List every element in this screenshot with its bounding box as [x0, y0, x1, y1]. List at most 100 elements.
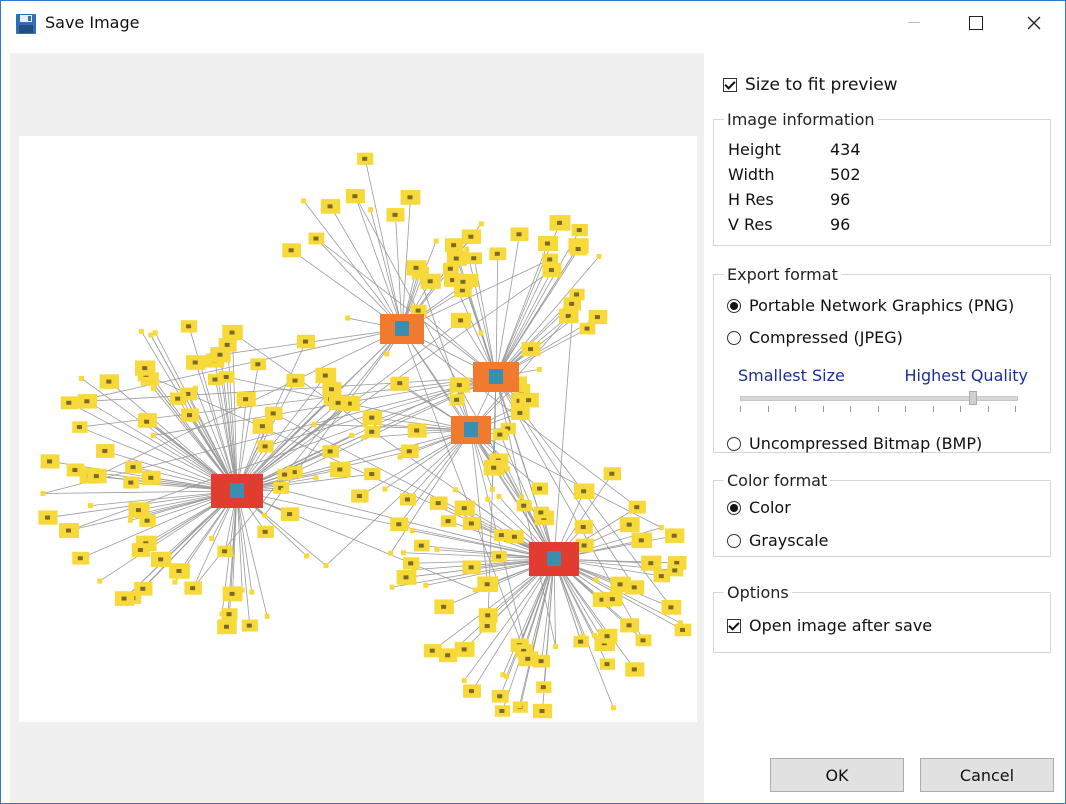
slider-tick	[878, 406, 879, 412]
graph-node-glyph	[626, 623, 632, 628]
graph-node-glyph	[186, 324, 192, 329]
graph-node-glyph	[497, 694, 503, 699]
minimize-button[interactable]	[885, 1, 943, 45]
slider-tick	[960, 406, 961, 412]
graph-edge	[42, 376, 497, 494]
graph-node-glyph	[335, 400, 341, 405]
graph-node	[461, 678, 467, 684]
grayscale-radio[interactable]: Grayscale	[727, 531, 828, 550]
graph-node-glyph	[327, 204, 333, 209]
network-graph-image	[38, 152, 692, 719]
cancel-button[interactable]: Cancel	[920, 758, 1054, 792]
info-key: V Res	[728, 215, 773, 234]
graph-node-glyph	[604, 662, 610, 667]
graph-node	[192, 385, 198, 391]
info-key: H Res	[728, 190, 774, 209]
slider-tick	[1015, 406, 1016, 412]
color-label: Color	[749, 498, 791, 517]
graph-node	[464, 246, 470, 252]
graph-node-glyph	[679, 627, 685, 632]
graph-node-glyph	[352, 194, 358, 199]
open-after-save-checkbox[interactable]: Open image after save	[727, 616, 932, 635]
graph-node-glyph	[617, 582, 623, 587]
preview-area	[10, 53, 704, 803]
graph-node-glyph	[337, 467, 343, 472]
checkbox-box[interactable]	[723, 78, 737, 92]
options-legend: Options	[727, 583, 789, 602]
quality-labels: Smallest Size Highest Quality	[738, 366, 1038, 385]
graph-node-glyph	[584, 326, 590, 331]
graph-node	[138, 328, 144, 334]
graph-node	[313, 475, 319, 481]
ok-button[interactable]: OK	[770, 758, 904, 792]
graph-node-glyph	[158, 557, 164, 562]
graph-node-glyph	[415, 308, 421, 313]
graph-node	[388, 550, 394, 556]
info-row-height: Height 434	[728, 137, 861, 162]
options-group: Options Open image after save	[713, 583, 1051, 653]
graph-node-glyph	[445, 653, 451, 658]
graph-node-glyph	[461, 506, 467, 511]
graph-node-glyph	[66, 400, 72, 405]
radio-button[interactable]	[727, 436, 741, 451]
graph-node-glyph	[441, 604, 447, 609]
graph-node-glyph	[458, 318, 464, 323]
graph-node-glyph	[648, 561, 654, 566]
close-button[interactable]	[1005, 1, 1063, 45]
jpeg-radio[interactable]: Compressed (JPEG)	[727, 328, 903, 347]
radio-button[interactable]	[727, 330, 741, 345]
bmp-radio[interactable]: Uncompressed Bitmap (BMP)	[727, 434, 982, 453]
window-title: Save Image	[45, 13, 140, 32]
graph-node-glyph	[468, 234, 474, 239]
color-radio[interactable]: Color	[727, 498, 791, 517]
quality-slider[interactable]	[740, 391, 1018, 405]
graph-edge	[42, 490, 238, 494]
graph-node-glyph	[671, 533, 677, 538]
graph-node	[505, 466, 511, 472]
graph-node-glyph	[77, 556, 83, 561]
graph-node	[150, 385, 156, 391]
graph-node-glyph	[144, 419, 150, 424]
graph-node-glyph	[128, 480, 134, 485]
graph-node	[593, 577, 599, 583]
highest-quality-label: Highest Quality	[904, 366, 1028, 385]
checkbox-box[interactable]	[727, 618, 741, 633]
quality-slider-thumb[interactable]	[969, 391, 977, 405]
graph-node-glyph	[640, 638, 646, 643]
graph-node	[361, 435, 367, 441]
graph-node-glyph	[668, 605, 674, 610]
graph-edge	[364, 158, 403, 330]
radio-button[interactable]	[727, 298, 741, 313]
maximize-button[interactable]	[947, 1, 1005, 45]
graph-node	[323, 563, 329, 569]
graph-node	[409, 528, 415, 534]
graph-node-glyph	[526, 398, 532, 403]
color-format-legend: Color format	[727, 471, 828, 490]
close-icon	[1027, 16, 1041, 30]
graph-node-glyph	[406, 449, 412, 454]
maximize-icon	[969, 16, 983, 30]
graph-node	[368, 207, 374, 213]
graph-node-glyph	[392, 212, 398, 217]
graph-node	[452, 487, 458, 493]
title-bar[interactable]: Save Image	[1, 1, 1065, 45]
graph-edge	[495, 243, 549, 378]
floppy-disk-icon	[15, 13, 37, 35]
info-key: Width	[728, 165, 775, 184]
graph-node-glyph	[135, 508, 141, 513]
radio-button[interactable]	[727, 533, 741, 548]
size-to-fit-label: Size to fit preview	[745, 75, 898, 95]
graph-node-glyph	[498, 533, 504, 538]
graph-node	[389, 584, 395, 590]
graph-node-glyph	[226, 612, 232, 617]
radio-button[interactable]	[727, 500, 741, 515]
size-to-fit-checkbox[interactable]: Size to fit preview	[723, 75, 898, 95]
graph-node-glyph	[175, 396, 181, 401]
graph-edge	[495, 259, 551, 378]
png-radio[interactable]: Portable Network Graphics (PNG)	[727, 296, 1014, 315]
graph-node	[485, 496, 491, 502]
graph-node-glyph	[102, 448, 108, 453]
quality-slider-ticks	[740, 406, 1016, 412]
graph-node-glyph	[418, 543, 424, 548]
graph-node-glyph	[229, 330, 235, 335]
